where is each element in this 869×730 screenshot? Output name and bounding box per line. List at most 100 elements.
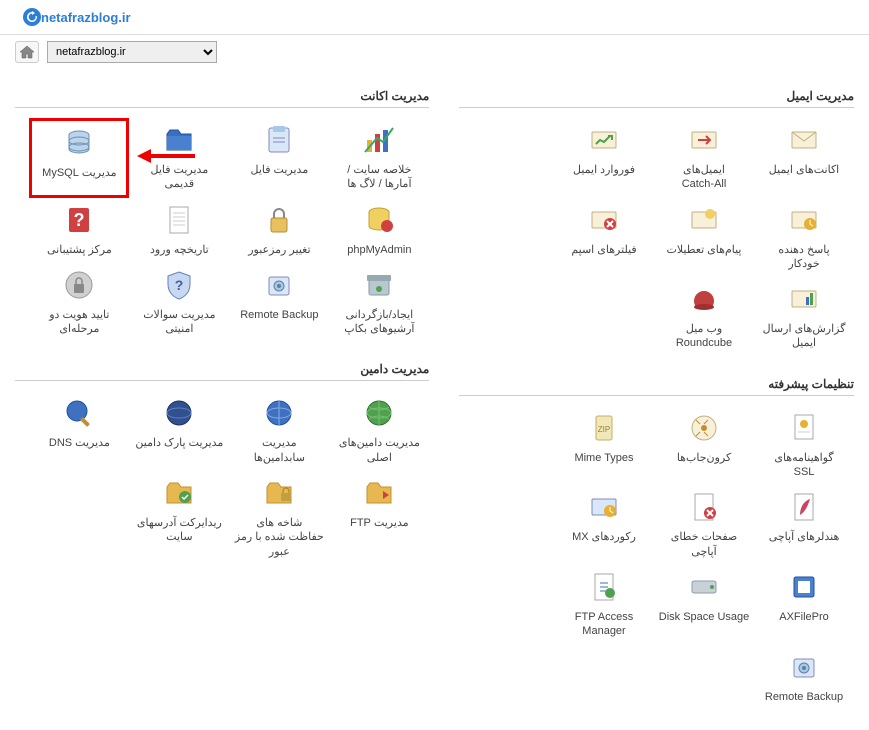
section-title: مدیریت اکانت — [15, 89, 429, 108]
error-page-icon — [688, 491, 720, 526]
roundcube-icon — [688, 283, 720, 318]
icon-forward[interactable]: فوروارد ایمیل — [554, 118, 654, 198]
icon-apache-handlers[interactable]: هندلرهای آپاچی — [754, 485, 854, 565]
icon-label: تاریخچه ورود — [150, 243, 209, 257]
icon-backup[interactable]: ایجاد/بازگردانیآرشیوهای بکاپ — [329, 263, 429, 343]
mx-icon — [588, 491, 620, 526]
icon-axfilepro[interactable]: AXFilePro — [754, 565, 854, 645]
icon-mime[interactable]: ZIPMime Types — [554, 406, 654, 486]
icon-label: Disk Space Usage — [659, 610, 750, 624]
db-yellow-icon — [363, 204, 395, 239]
icon-label: فیلترهای اسپم — [571, 243, 636, 257]
icon-site-redirects[interactable]: ریدایرکت آدرسهایسایت — [129, 471, 229, 565]
folder-arrow-icon — [363, 477, 395, 512]
icon-label: مدیریت FTP — [350, 516, 409, 530]
icon-label: ایجاد/بازگردانیآرشیوهای بکاپ — [344, 308, 414, 337]
icon-label: وب میلRoundcube — [676, 322, 732, 351]
icon-label: تایید هویت دومرحله‌ای — [49, 308, 109, 337]
icon-ftp-access[interactable]: FTP AccessManager — [554, 565, 654, 645]
mail-auto-icon — [788, 204, 820, 239]
icon-change-password[interactable]: تغییر رمزعبور — [229, 198, 329, 263]
folder-lock-icon — [263, 477, 295, 512]
icon-label: اکانت‌های ایمیل — [769, 163, 839, 177]
pointer-arrow — [137, 146, 197, 169]
chart-icon — [363, 124, 395, 159]
icon-vacation[interactable]: پیام‌های تعطیلات — [654, 198, 754, 278]
icon-label: گزارش‌های ارسالایمیل — [763, 322, 846, 351]
section-title: مدیریت ایمیل — [459, 89, 854, 108]
icon-label: خلاصه سایت /آمارها / لاگ ها — [347, 163, 411, 192]
cron-icon — [688, 412, 720, 447]
icon-label: مدیریت پارک دامین — [135, 436, 223, 450]
globe-tool-icon — [63, 397, 95, 432]
icon-site-summary[interactable]: خلاصه سایت /آمارها / لاگ ها — [329, 118, 429, 198]
lock-icon — [263, 204, 295, 239]
mail-icon — [788, 124, 820, 159]
document-icon — [163, 204, 195, 239]
question-red-icon: ? — [63, 204, 95, 239]
globe-dark-icon — [163, 397, 195, 432]
icon-disk-usage[interactable]: Disk Space Usage — [654, 565, 754, 645]
cert-icon — [788, 412, 820, 447]
icon-login-history[interactable]: تاریخچه ورود — [129, 198, 229, 263]
page-title: netafrazblog.ir — [41, 10, 131, 25]
icon-ftp[interactable]: مدیریت FTP — [329, 471, 429, 565]
icon-label: تغییر رمزعبور — [248, 243, 310, 257]
disk-icon — [688, 571, 720, 606]
icon-label: مرکز پشتیبانی — [47, 243, 112, 257]
icon-label: هندلرهای آپاچی — [769, 530, 840, 544]
ftp-access-icon — [588, 571, 620, 606]
icon-protected-branches[interactable]: شاخه هایحفاظت شده با رمزعبور — [229, 471, 329, 565]
icon-subdomains[interactable]: مدیریتسابدامین‌ها — [229, 391, 329, 471]
icon-label: گواهینامه‌هایSSL — [774, 451, 833, 480]
icon-roundcube[interactable]: وب میلRoundcube — [654, 277, 754, 357]
section-title: مدیریت دامین — [15, 362, 429, 381]
icon-label: Remote Backup — [765, 690, 843, 704]
icon-mysql[interactable]: مدیریت MySQL — [29, 118, 129, 198]
icon-label: ایمیل‌هایCatch-All — [682, 163, 727, 192]
icon-spam-filters[interactable]: فیلترهای اسپم — [554, 198, 654, 278]
icon-label: مدیریت DNS — [49, 436, 110, 450]
globe-green-icon — [363, 397, 395, 432]
files-icon — [263, 124, 295, 159]
section-title: تنظیمات پیشرفته — [459, 377, 854, 396]
icon-remote-backup2[interactable]: Remote Backup — [754, 645, 854, 710]
icon-error-pages[interactable]: صفحات خطایآپاچی — [654, 485, 754, 565]
icon-file-manager[interactable]: مدیریت فایل — [229, 118, 329, 198]
icon-label: فوروارد ایمیل — [573, 163, 635, 177]
icon-label: ریدایرکت آدرسهایسایت — [137, 516, 222, 545]
icon-cronjobs[interactable]: کرون‌جاب‌ها — [654, 406, 754, 486]
svg-text:ZIP: ZIP — [598, 425, 610, 434]
icon-label: شاخه هایحفاظت شده با رمزعبور — [235, 516, 324, 559]
icon-ssl[interactable]: گواهینامه‌هایSSL — [754, 406, 854, 486]
icon-two-factor[interactable]: تایید هویت دومرحله‌ای — [29, 263, 129, 343]
icon-catchall[interactable]: ایمیل‌هایCatch-All — [654, 118, 754, 198]
icon-label: FTP AccessManager — [575, 610, 633, 639]
icon-label: کرون‌جاب‌ها — [677, 451, 731, 465]
icon-label: مدیریت سوالاتامنیتی — [143, 308, 215, 337]
icon-dns[interactable]: مدیریت DNS — [29, 391, 129, 471]
icon-mx-records[interactable]: رکوردهای MX — [554, 485, 654, 565]
icon-autoresponder[interactable]: پاسخ دهندهخودکار — [754, 198, 854, 278]
icon-email-reports[interactable]: گزارش‌های ارسالایمیل — [754, 277, 854, 357]
home-button[interactable] — [15, 41, 39, 63]
icon-main-domains[interactable]: مدیریت دامین‌هایاصلی — [329, 391, 429, 471]
icon-support-center[interactable]: ? مرکز پشتیبانی — [29, 198, 129, 263]
domain-selector[interactable]: netafrazblog.ir — [47, 41, 217, 63]
icon-label: phpMyAdmin — [347, 243, 411, 257]
shield-q-icon: ? — [163, 269, 195, 304]
archive-icon — [363, 269, 395, 304]
icon-security-questions[interactable]: ? مدیریت سوالاتامنیتی — [129, 263, 229, 343]
icon-label: صفحات خطایآپاچی — [671, 530, 738, 559]
refresh-icon — [23, 8, 41, 26]
icon-label: پیام‌های تعطیلات — [667, 243, 742, 257]
icon-label: رکوردهای MX — [572, 530, 636, 544]
icon-phpmyadmin[interactable]: phpMyAdmin — [329, 198, 429, 263]
icon-park-domain[interactable]: مدیریت پارک دامین — [129, 391, 229, 471]
icon-email-accounts[interactable]: اکانت‌های ایمیل — [754, 118, 854, 198]
icon-label: مدیریت فایل — [251, 163, 309, 177]
ax-icon — [788, 571, 820, 606]
icon-label: AXFilePro — [779, 610, 829, 624]
icon-label: مدیریتسابدامین‌ها — [254, 436, 305, 465]
icon-remote-backup1[interactable]: Remote Backup — [229, 263, 329, 343]
